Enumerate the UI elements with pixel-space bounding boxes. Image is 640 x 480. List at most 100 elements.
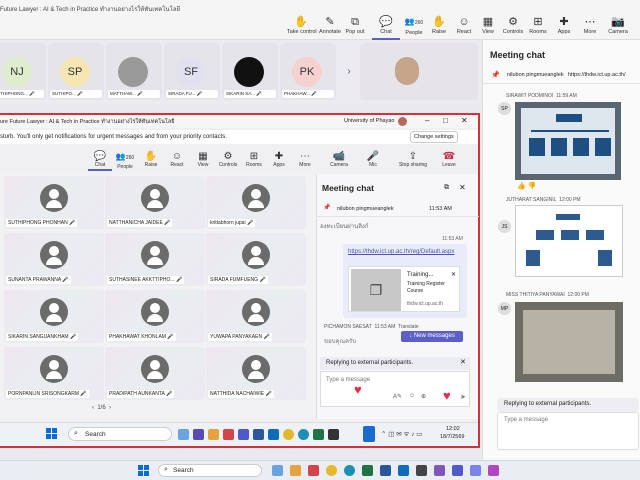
view-button[interactable]: ▦ View [474, 16, 502, 40]
grid-participant-tile[interactable]: NATTHIDA NACHAIWIE 🎤 [206, 347, 306, 400]
teams-icon[interactable] [470, 465, 481, 476]
word-icon[interactable] [380, 465, 391, 476]
people-button[interactable]: 👥260 People [400, 16, 428, 40]
inner-chat-close-icon[interactable]: ✕ [459, 183, 466, 192]
grid-participant-tile[interactable]: SUNANTA PRAWANNA 🎤 [4, 233, 104, 286]
teams-icon[interactable] [452, 465, 463, 476]
chrome-icon[interactable] [283, 429, 294, 440]
registration-link[interactable]: https://thdw.ict.up.ac.th/reg/Default.as… [348, 248, 458, 257]
excel-icon[interactable] [313, 429, 324, 440]
inner-people-button[interactable]: 👥260 People [113, 151, 137, 171]
outer-message-input[interactable]: Type a message [497, 412, 639, 450]
app-icon[interactable] [434, 465, 445, 476]
grid-participant-tile[interactable]: SUTHASINEE AKKTTIPHO... 🎤 [105, 233, 205, 286]
inner-camera-button[interactable]: 📹 Camera [327, 151, 351, 169]
grid-participant-tile[interactable]: SIRADA FUMFUENG 🎤 [206, 233, 306, 286]
card-close-icon[interactable]: ✕ [451, 271, 456, 278]
app-icon[interactable] [178, 429, 189, 440]
inner-popout-icon[interactable]: ⧉ [444, 184, 449, 192]
chat-button[interactable]: 💬 Chat [372, 16, 400, 40]
send-icon[interactable]: ➤ [460, 393, 466, 401]
pin-icon: 📌 [323, 205, 331, 211]
inner-taskbar-search[interactable]: ⌕ Search [68, 427, 172, 441]
ai-icon[interactable] [328, 429, 339, 440]
inner-chat-button[interactable]: 💬 Chat [88, 151, 112, 171]
app-icon[interactable] [223, 429, 234, 440]
shared-image-slide[interactable] [515, 102, 621, 180]
grid-participant-tile[interactable]: PORNPANLIN SRISONGKARM 🎤 [4, 347, 104, 400]
more-button[interactable]: ⋯ More [576, 16, 604, 40]
participant-tile[interactable]: NJ SUTHIPHONG... 🎤 [0, 43, 46, 100]
app-icon[interactable] [193, 429, 204, 440]
camera-button[interactable]: 📷 Camera [604, 16, 632, 40]
participant-tile[interactable]: MATTHAW... 🎤 [106, 43, 162, 100]
close-icon[interactable]: ✕ [461, 116, 468, 125]
edge-icon[interactable] [344, 465, 355, 476]
app-icon[interactable] [308, 465, 319, 476]
app-icon[interactable] [208, 429, 219, 440]
outlook-icon[interactable] [268, 429, 279, 440]
inner-raise-button[interactable]: ✋ Raise [139, 151, 163, 169]
app-icon[interactable] [290, 465, 301, 476]
app-icon[interactable] [488, 465, 499, 476]
windows-start-icon[interactable] [138, 465, 149, 476]
grid-participant-tile[interactable]: SIKARIN SANGUANKHAM 🎤 [4, 290, 104, 343]
link-preview-card[interactable]: ❐ Training... ✕ Training Register Course… [348, 266, 460, 312]
annotate-button[interactable]: ✎ Annotate [316, 16, 344, 40]
pop-out-button[interactable]: ⧉ Pop out [341, 16, 369, 40]
strip-next-icon[interactable]: › [344, 64, 354, 78]
grid-participant-tile[interactable]: YUWAPA PANYAKAEN 🎤 [206, 290, 306, 343]
app-icon[interactable] [272, 465, 283, 476]
change-settings-button[interactable]: Change settings [410, 131, 458, 143]
pin-icon: 📌 [491, 72, 500, 79]
inner-controls-button[interactable]: ⚙ Controls [216, 151, 240, 169]
inner-more-button[interactable]: ⋯ More [293, 151, 317, 169]
edge-icon[interactable] [298, 429, 309, 440]
participant-tile[interactable]: SF SIRADA FU... 🎤 [164, 43, 220, 100]
shared-image-orgchart[interactable] [515, 205, 623, 277]
grid-participant-tile[interactable]: SUTHIPHONG PHONHAN 🎤 [4, 176, 104, 229]
minimize-icon[interactable]: – [425, 116, 429, 125]
reply-close-icon[interactable]: ✕ [460, 358, 466, 366]
app-icon[interactable] [416, 465, 427, 476]
inner-react-button[interactable]: ☺ React [165, 151, 189, 169]
word-icon[interactable] [253, 429, 264, 440]
system-tray-icons[interactable]: ⌃ ◫ ✉ ᯤ ♪ ▭ [381, 429, 422, 438]
windows-start-icon[interactable] [46, 428, 57, 439]
reaction-thumbs-icon[interactable]: 👍 👎 [517, 182, 536, 190]
take-control-button[interactable]: ✋ Take control [287, 16, 317, 40]
outlook-icon[interactable] [398, 465, 409, 476]
inner-leave-button[interactable]: ☎ Leave [437, 151, 461, 169]
rooms-button[interactable]: ⊞ Rooms [524, 16, 552, 40]
shared-image-photo[interactable] [515, 302, 623, 382]
new-messages-button[interactable]: ↓ New messages [401, 331, 463, 342]
grid-participant-tile[interactable]: PHAKHAWAT KHONLAM 🎤 [105, 290, 205, 343]
grid-participant-tile[interactable]: NATTHANICHA JAIDEE 🎤 [105, 176, 205, 229]
inner-apps-button[interactable]: ✚ Apps [267, 151, 291, 169]
grid-participant-tile[interactable]: PRADIPATH AUNKANTA 🎤 [105, 347, 205, 400]
controls-button[interactable]: ⚙ Controls [499, 16, 527, 40]
outer-taskbar-search[interactable]: ⌕ Search [158, 464, 262, 477]
participant-tile[interactable]: PK PHAKHAW... 🎤 [280, 43, 336, 100]
emoji-icon[interactable]: ☺ [409, 393, 415, 399]
heart-icon: ♥ [443, 388, 451, 403]
inner-view-button[interactable]: ▦ View [191, 151, 215, 169]
inner-rooms-button[interactable]: ⊞ Rooms [242, 151, 266, 169]
inner-mic-button[interactable]: 🎤 Mic [361, 151, 385, 169]
maximize-icon[interactable]: □ [443, 116, 448, 125]
inner-message-input[interactable]: Type a message ♥ A✎ ☺ ⊕ ♥ ➤ [320, 371, 470, 407]
excel-icon[interactable] [362, 465, 373, 476]
apps-button[interactable]: ✚ Apps [550, 16, 578, 40]
chrome-icon[interactable] [326, 465, 337, 476]
grid-participant-tile[interactable]: krittabhorn jupai 🎤 [206, 176, 306, 229]
teams-icon[interactable] [238, 429, 249, 440]
format-icon[interactable]: A✎ [393, 393, 402, 400]
participant-tile[interactable]: SP SUTHIPO... 🎤 [48, 43, 104, 100]
mic-tray-icon[interactable] [363, 426, 375, 442]
inner-pagination[interactable]: ‹ 1/6 › [92, 405, 111, 411]
inner-stop-sharing-button[interactable]: ⇪ Stop sharing [397, 151, 429, 169]
user-avatar[interactable] [398, 117, 407, 126]
raise-button[interactable]: ✋ Raise [425, 16, 453, 40]
participant-tile[interactable]: SIKARIN SA... 🎤 [222, 43, 278, 100]
attach-icon[interactable]: ⊕ [421, 393, 426, 400]
